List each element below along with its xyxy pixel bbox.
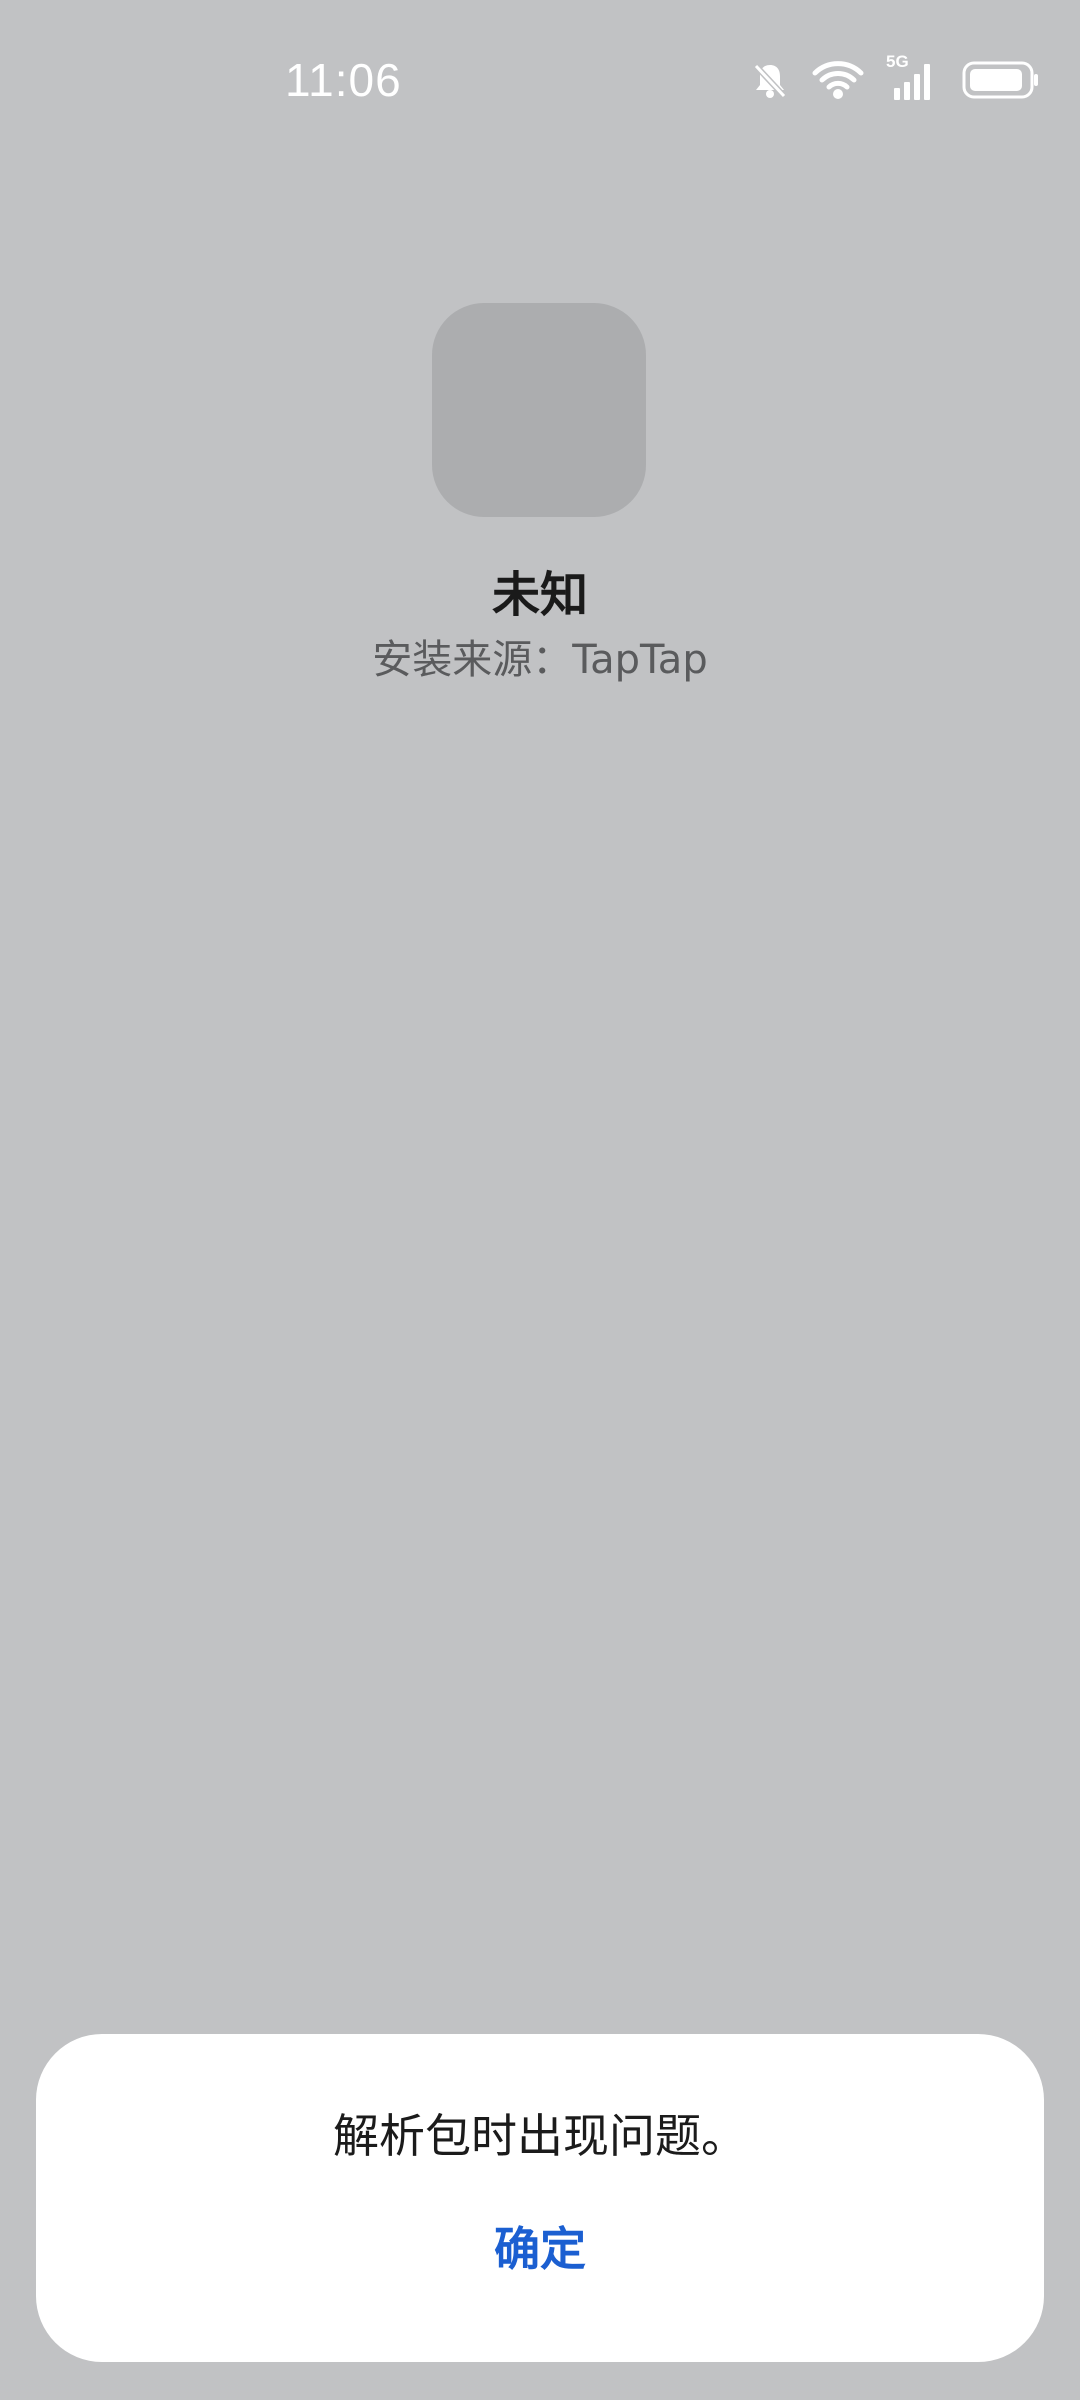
cellular-signal-icon: 5G <box>886 52 940 102</box>
install-source: 安装来源：TapTap <box>372 637 708 683</box>
app-icon-placeholder <box>432 303 646 517</box>
status-bar: 11:06 5G <box>0 0 1080 160</box>
wifi-icon <box>812 59 864 101</box>
status-time: 11:06 <box>285 54 402 106</box>
error-dialog: 解析包时出现问题。 确定 <box>36 2034 1044 2362</box>
dialog-message: 解析包时出现问题。 <box>333 2109 747 2163</box>
notifications-muted-icon <box>750 60 790 100</box>
battery-icon <box>962 60 1040 100</box>
confirm-button[interactable]: 确定 <box>440 2214 640 2284</box>
status-icons: 5G <box>750 52 1040 108</box>
app-name: 未知 <box>491 567 588 623</box>
